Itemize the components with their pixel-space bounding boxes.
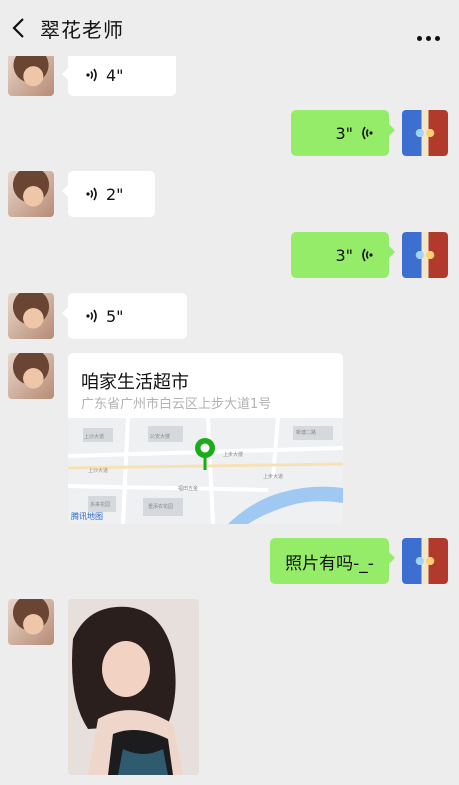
photo-image [68, 599, 199, 775]
photo-message[interactable] [68, 599, 199, 775]
svg-text:多来花园: 多来花园 [90, 501, 110, 508]
voice-wave-icon [86, 187, 97, 201]
my-avatar[interactable] [402, 538, 448, 584]
my-avatar[interactable] [402, 110, 448, 156]
voice-wave-icon [86, 309, 97, 323]
message-text: 照片有吗-_- [285, 553, 374, 574]
svg-text:福田五金: 福田五金 [178, 485, 198, 492]
chat-header: 翠花老师 [0, 0, 459, 56]
voice-duration: 5" [106, 306, 124, 326]
more-dots-icon[interactable] [417, 26, 445, 41]
contact-avatar[interactable] [8, 353, 54, 399]
map-provider-label: 腾讯地图 [71, 512, 103, 521]
svg-text:上步大道: 上步大道 [263, 473, 283, 480]
svg-text:新塘二路: 新塘二路 [296, 429, 316, 436]
svg-text:公安大楼: 公安大楼 [150, 433, 170, 440]
chat-title: 翠花老师 [40, 18, 124, 42]
my-avatar[interactable] [402, 232, 448, 278]
contact-avatar[interactable] [8, 293, 54, 339]
contact-avatar[interactable] [8, 171, 54, 217]
svg-text:上沙大道: 上沙大道 [84, 433, 104, 440]
text-message[interactable]: 照片有吗-_- [270, 538, 395, 584]
chevron-left-icon[interactable] [8, 16, 30, 40]
svg-text:重添农花园: 重添农花园 [148, 503, 173, 510]
contact-avatar[interactable] [8, 599, 54, 645]
svg-text:上沙大道: 上沙大道 [88, 467, 108, 474]
voice-duration: 4" [106, 65, 124, 85]
location-address: 广东省广州市白云区上步大道1号 [81, 397, 272, 412]
location-message[interactable]: 咱家生活超市 广东省广州市白云区上步大道1号 上沙大道 公安大楼 新塘二路 上沙… [68, 353, 343, 524]
map-graphic: 上沙大道 公安大楼 新塘二路 上沙大道 上步大楼 上步大道 多来花园 重添农花园… [68, 417, 343, 524]
voice-message[interactable]: 3" [291, 110, 395, 156]
voice-message[interactable]: 3" [291, 232, 395, 278]
voice-message[interactable]: 2" [62, 171, 155, 217]
voice-duration: 3" [335, 123, 353, 143]
svg-text:上步大楼: 上步大楼 [223, 451, 243, 458]
voice-message[interactable]: 5" [62, 293, 187, 339]
location-name: 咱家生活超市 [81, 372, 189, 393]
voice-wave-icon [86, 68, 97, 82]
map-preview[interactable]: 上沙大道 公安大楼 新塘二路 上沙大道 上步大楼 上步大道 多来花园 重添农花园… [68, 417, 343, 524]
voice-message[interactable]: 4" [62, 54, 176, 96]
voice-duration: 2" [106, 184, 124, 204]
contact-avatar[interactable] [8, 52, 54, 96]
voice-wave-icon [362, 248, 373, 262]
voice-duration: 3" [335, 245, 353, 265]
voice-wave-icon [362, 126, 373, 140]
